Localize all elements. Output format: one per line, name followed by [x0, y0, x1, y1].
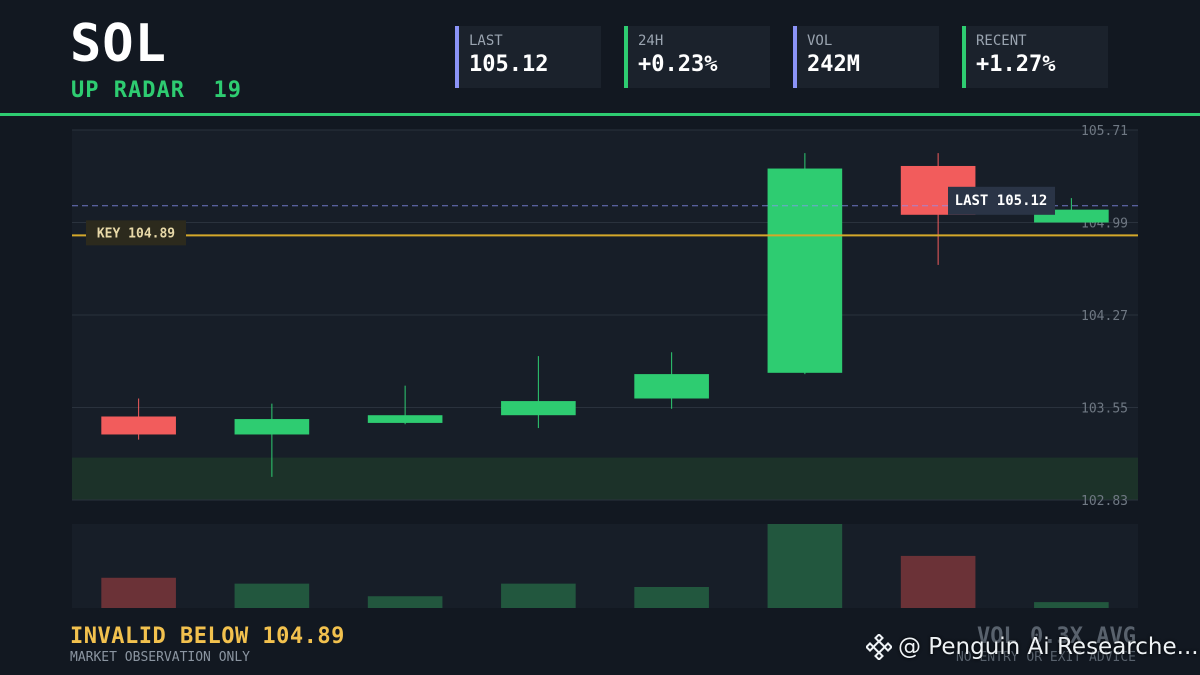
invalid-level-text: INVALID BELOW 104.89	[70, 624, 345, 649]
binance-logo-icon	[866, 634, 892, 660]
candle-body	[367, 415, 443, 423]
watermark: @ Penguin Ai Researche...	[866, 634, 1199, 660]
y-tick-label: 102.83	[1081, 494, 1128, 509]
candle-body	[101, 416, 176, 435]
volume-bar	[501, 583, 576, 608]
candlestick-chart: 105.71104.99104.27103.55102.83 KEY 104.8…	[72, 124, 1138, 608]
volume-bar	[101, 577, 176, 608]
volume-bar	[367, 596, 443, 608]
candle-body	[234, 419, 310, 435]
volume-bar	[900, 555, 976, 608]
key-level-label: KEY 104.89	[97, 226, 175, 241]
last-price-label: LAST 105.12	[955, 193, 1048, 209]
y-tick-label: 103.55	[1081, 402, 1128, 417]
footer-left: INVALID BELOW 104.89 MARKET OBSERVATION …	[70, 624, 345, 665]
volume-bar	[634, 587, 709, 608]
y-tick-label: 105.71	[1081, 124, 1128, 139]
candle-body	[634, 374, 709, 399]
candle-body	[767, 168, 843, 373]
candle-body	[501, 401, 576, 416]
support-zone	[72, 457, 1138, 500]
disclaimer-note: MARKET OBSERVATION ONLY	[70, 650, 251, 665]
y-tick-label: 104.27	[1081, 309, 1128, 324]
volume-bar	[234, 583, 310, 608]
volume-bar	[1034, 602, 1109, 608]
watermark-text: @ Penguin Ai Researche...	[898, 634, 1199, 660]
volume-bar	[767, 524, 843, 608]
volume-panel	[72, 524, 1138, 608]
